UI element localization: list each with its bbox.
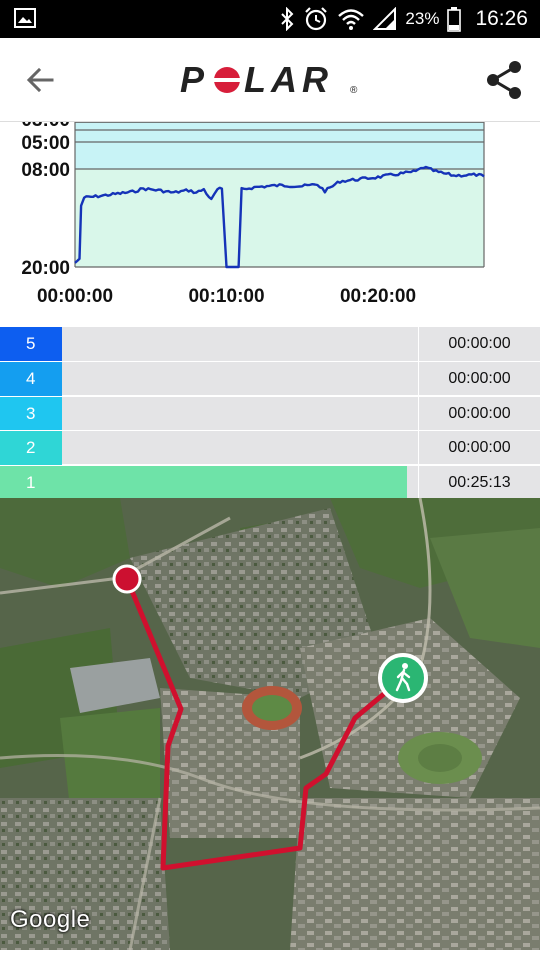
- zone-bar: [62, 431, 418, 465]
- pace-chart-svg: 03:0005:0008:0020:00 00:00:0000:10:0000:…: [21, 122, 485, 307]
- battery-percent: 23%: [405, 9, 440, 28]
- signal-icon: [373, 7, 397, 30]
- alarm-icon: [305, 7, 328, 31]
- google-attribution: Google: [10, 906, 91, 933]
- zone-number: 4: [0, 362, 62, 397]
- y-tick-label: 20:00: [21, 258, 70, 279]
- gallery-icon: [14, 8, 36, 28]
- bluetooth-icon: [281, 7, 294, 31]
- svg-text:LAR: LAR: [244, 60, 333, 100]
- zone-time: 00:00:00: [448, 404, 511, 422]
- y-axis-labels: 03:00 05:00 08:00 20:00: [21, 122, 70, 279]
- zone-bar: [62, 327, 418, 361]
- zone-number: 1: [0, 465, 62, 500]
- zone-table: 5 00:00:00 4 00:00:00 3 00:00:00 2 00:00:00 1 00:…: [0, 327, 540, 500]
- zone-number: 2: [0, 431, 62, 466]
- end-marker: [112, 564, 142, 594]
- zone-row: 5 00:00:00: [0, 327, 540, 361]
- battery-icon: [447, 7, 462, 32]
- zone-time: 00:25:13: [448, 473, 511, 491]
- status-bar: 23% 16:26: [0, 0, 540, 38]
- app-bar: P LAR ®: [0, 38, 540, 122]
- y-tick-label: 08:00: [21, 160, 70, 181]
- registered-mark: ®: [350, 85, 358, 96]
- chart-band-fast: [75, 122, 484, 169]
- back-arrow-icon[interactable]: [22, 64, 62, 96]
- zone-time: 00:00:00: [448, 370, 511, 388]
- route-map[interactable]: Google: [0, 498, 540, 950]
- zone-row: 1 00:25:13: [0, 464, 540, 500]
- x-tick-label: 00:10:00: [188, 286, 264, 307]
- zone-number: 3: [0, 396, 62, 431]
- polar-logo: P LAR ®: [180, 60, 358, 100]
- zone-number: 5: [0, 327, 62, 361]
- zone-row: 4 00:00:00: [0, 361, 540, 397]
- x-tick-label: 00:20:00: [340, 286, 416, 307]
- map-canvas[interactable]: [0, 498, 540, 950]
- x-tick-label: 00:00:00: [37, 286, 113, 307]
- zone-bar: [62, 362, 418, 396]
- zone-time: 00:00:00: [448, 335, 511, 352]
- zone-row: 3 00:00:00: [0, 395, 540, 431]
- chart-bands: [75, 122, 484, 267]
- wifi-icon: [338, 9, 365, 30]
- zone-bar-fill: [62, 465, 408, 500]
- zone-bar: [62, 465, 418, 500]
- clock: 16:26: [475, 7, 528, 30]
- y-tick-label: 03:00: [21, 122, 70, 131]
- map-residential: [290, 798, 540, 950]
- pace-chart: 03:0005:0008:0020:00 00:00:0000:10:0000:…: [0, 122, 540, 327]
- zone-bar: [62, 397, 418, 431]
- bottom-strip: [0, 950, 540, 960]
- x-axis-labels: 00:00:00 00:10:00 00:20:00: [37, 286, 416, 307]
- zone-time: 00:00:00: [448, 439, 511, 457]
- svg-text:P: P: [180, 60, 208, 100]
- y-tick-label: 05:00: [21, 133, 70, 154]
- zone-row: 2 00:00:00: [0, 430, 540, 466]
- share-icon[interactable]: [482, 58, 526, 102]
